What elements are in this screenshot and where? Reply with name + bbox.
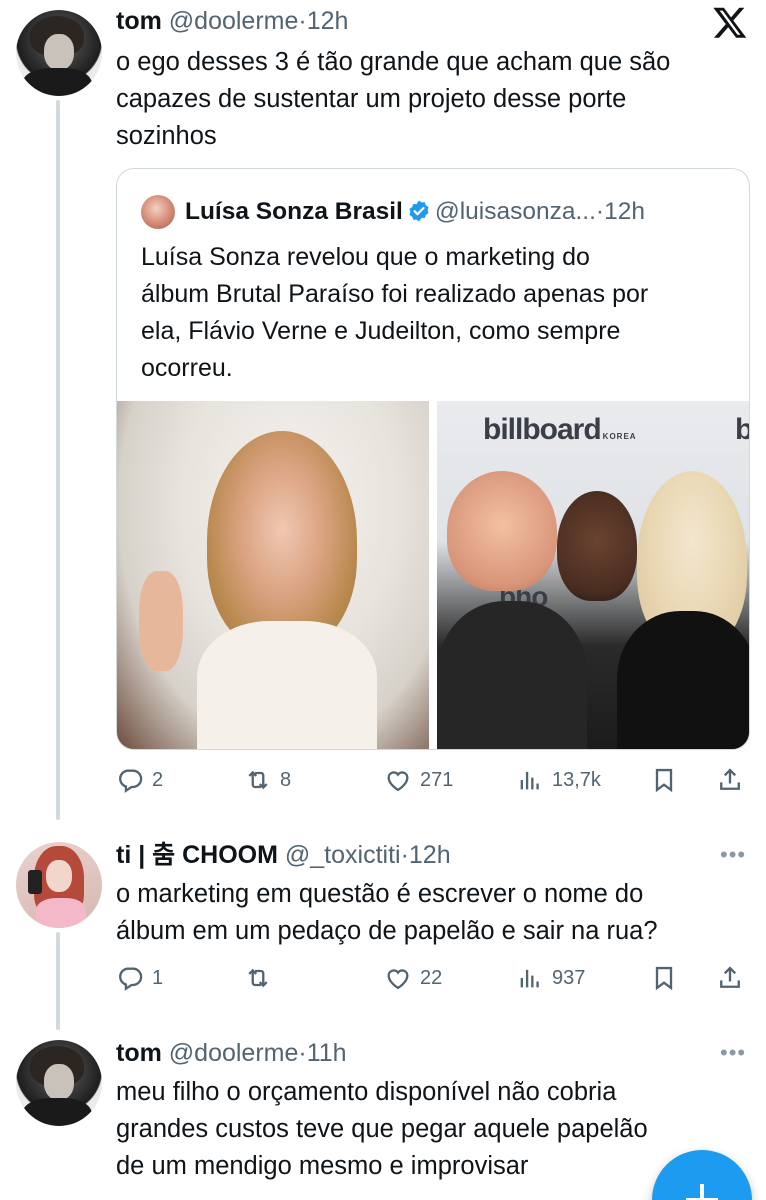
reply-button[interactable]: 2 [116,764,163,796]
tweet-header: tom @doolerme·12h [116,6,348,36]
media-image-left[interactable] [117,401,429,749]
tweet-text: o ego desses 3 é tão grande que acham qu… [116,44,670,155]
reply-count: 1 [152,966,164,989]
bookmark-button[interactable] [650,962,678,994]
share-button[interactable] [716,962,744,994]
handle[interactable]: @_toxictiti [285,841,401,869]
views-button[interactable]: 13,7k [516,764,601,796]
like-count: 22 [420,966,443,989]
avatar[interactable] [16,10,102,96]
views-button[interactable]: 937 [516,962,585,994]
like-count: 271 [420,768,454,791]
verified-badge-icon [409,200,429,222]
text-line: meu filho o orçamento disponível não cob… [116,1078,617,1106]
separator: · [595,198,605,225]
separator: · [298,7,307,35]
timestamp[interactable]: 12h [409,841,451,869]
views-count: 937 [552,966,586,989]
views-icon [520,771,539,790]
billboard-logo-fragment: b [735,413,749,447]
text-line: ocorreu. [141,354,233,382]
handle[interactable]: @doolerme [169,7,299,35]
text-line: de um mendigo mesmo e improvisar [116,1152,529,1180]
media-image-right[interactable]: billboardKOREA b bho [437,401,749,749]
reply-button[interactable]: 1 [116,962,163,994]
avatar[interactable] [16,1040,102,1126]
like-button[interactable]: 271 [384,764,453,796]
reply-count: 2 [152,768,164,791]
timestamp[interactable]: 11h [307,1039,347,1067]
tweet-actions: 2 8 271 13,7k [116,764,756,796]
text-line: ela, Flávio Verne e Judeilton, como semp… [141,317,621,345]
thread-line [56,932,60,1030]
share-icon [720,768,740,790]
retweet-button[interactable] [244,962,280,994]
handle[interactable]: @doolerme [169,1039,299,1067]
text-line: o marketing em questão é escrever o nome… [116,880,644,908]
bookmark-button[interactable] [650,764,678,796]
text-line: grandes custos teve que pegar aquele pap… [116,1115,648,1143]
retweet-button[interactable]: 8 [244,764,291,796]
quoted-header: Luísa Sonza Brasil @luisasonza...·12h [185,197,645,227]
views-icon [520,969,539,988]
retweet-icon [248,968,268,988]
quoted-text: Luísa Sonza revelou que o marketing do á… [141,239,648,387]
tweet-actions: 1 22 937 [116,962,756,994]
billboard-logo: billboard KOREA [483,413,637,446]
reply-icon [119,967,143,991]
text-line: álbum em um pedaço de papelão e sair na … [116,917,658,945]
timestamp[interactable]: 12h [307,7,349,35]
bookmark-icon [655,966,673,991]
retweet-count: 8 [280,768,292,791]
share-button[interactable] [716,764,744,796]
separator: · [298,1039,307,1067]
reply-icon [119,769,143,793]
text-line: sozinhos [116,122,217,150]
tweet-text: meu filho o orçamento disponível não cob… [116,1074,648,1185]
display-name[interactable]: ti | 춤 CHOOM [116,841,278,869]
tweet-header: ti | 춤 CHOOM @_toxictiti·12h [116,840,451,870]
more-icon[interactable]: ••• [720,1040,746,1066]
retweet-icon [248,770,268,790]
like-icon [387,969,409,990]
separator: · [400,841,409,869]
quoted-display-name[interactable]: Luísa Sonza Brasil [185,198,403,225]
quoted-avatar[interactable] [141,195,175,229]
share-icon [720,966,740,988]
tweet-header: tom @doolerme·11h [116,1038,347,1068]
thread-line [56,100,60,820]
like-icon [387,771,409,792]
display-name[interactable]: tom [116,1039,162,1067]
bookmark-icon [655,768,673,793]
quoted-handle[interactable]: @luisasonza... [435,198,596,225]
text-line: Luísa Sonza revelou que o marketing do [141,243,590,271]
quoted-tweet-card[interactable]: Luísa Sonza Brasil @luisasonza...·12h Luí… [116,168,750,750]
more-icon[interactable]: ••• [720,842,746,868]
tweet-text: o marketing em questão é escrever o nome… [116,876,658,950]
quoted-timestamp[interactable]: 12h [604,198,645,225]
like-button[interactable]: 22 [384,962,442,994]
text-line: o ego desses 3 é tão grande que acham qu… [116,48,671,76]
compose-button[interactable] [652,1150,752,1200]
display-name[interactable]: tom [116,7,162,35]
text-line: capazes de sustentar um projeto desse po… [116,85,627,113]
views-count: 13,7k [552,768,601,791]
text-line: álbum Brutal Paraíso foi realizado apena… [141,280,649,308]
x-logo-icon [713,7,747,38]
avatar[interactable] [16,842,102,928]
